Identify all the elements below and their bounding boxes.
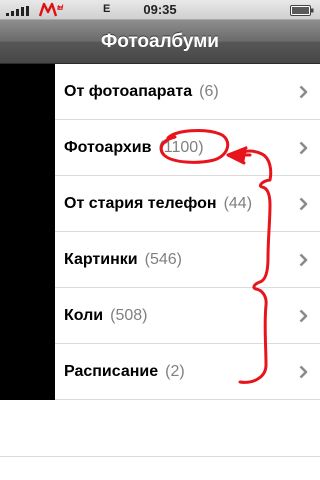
album-count: (1100) (158, 139, 204, 156)
chevron-right-icon (299, 197, 308, 211)
status-bar: tel E 09:35 (0, 0, 320, 20)
album-title: Картинки (64, 251, 138, 268)
chevron-right-icon (299, 365, 308, 379)
left-black-panel (0, 64, 55, 400)
album-row[interactable]: Фотоархив (1100) (55, 120, 320, 176)
album-row[interactable]: Расписание (2) (55, 344, 320, 400)
album-count: (2) (165, 363, 185, 380)
album-row[interactable]: Коли (508) (55, 288, 320, 344)
album-count: (44) (223, 195, 253, 212)
album-title: Фотоархив (64, 139, 152, 156)
album-row[interactable]: От фотоапарата (6) (55, 64, 320, 120)
album-row[interactable]: От стария телефон (44) (55, 176, 320, 232)
album-list: От фотоапарата (6) Фотоархив (1100) От ста… (55, 64, 320, 400)
chevron-right-icon (299, 253, 308, 267)
battery-icon (290, 5, 314, 16)
album-row[interactable]: Картинки (546) (55, 232, 320, 288)
album-title: От фотоапарата (64, 83, 193, 100)
album-title: От стария телефон (64, 195, 217, 212)
clock: 09:35 (143, 2, 177, 17)
navigation-bar: Фотоалбуми (0, 20, 320, 64)
empty-row-divider (0, 456, 320, 457)
chevron-right-icon (299, 141, 308, 155)
album-title: Коли (64, 307, 104, 324)
chevron-right-icon (299, 85, 308, 99)
album-count: (508) (110, 307, 148, 324)
page-title: Фотоалбуми (101, 31, 219, 52)
chevron-right-icon (299, 309, 308, 323)
album-title: Расписание (64, 363, 159, 380)
album-count: (6) (199, 83, 219, 100)
album-count: (546) (144, 251, 182, 268)
